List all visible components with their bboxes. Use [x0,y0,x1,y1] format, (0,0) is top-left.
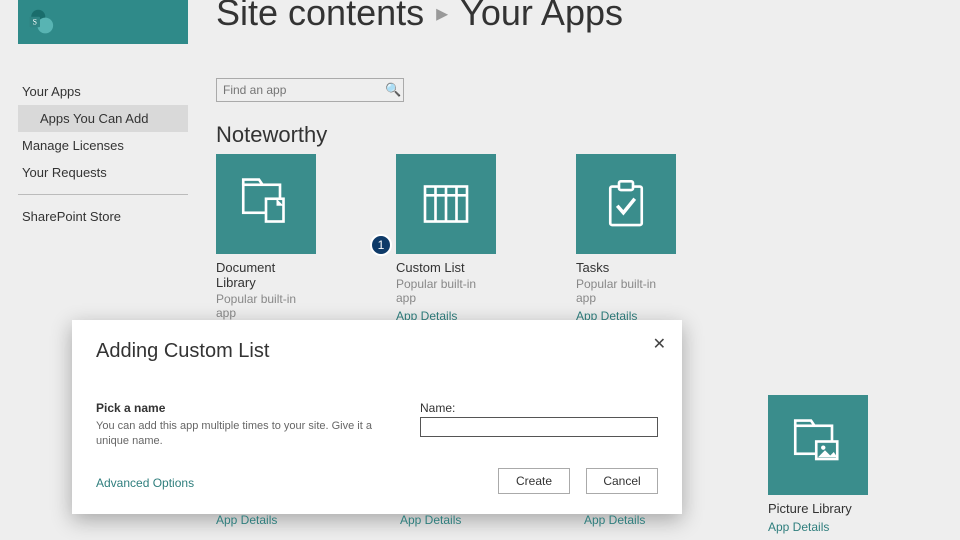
app-details-link[interactable]: App Details [400,513,461,527]
tile-tasks[interactable]: Tasks Popular built-in app App Details [576,154,676,338]
sidebar-item-manage-licenses[interactable]: Manage Licenses [18,132,188,159]
step-badge-1: 1 [370,234,392,256]
pick-name-description: You can add this app multiple times to y… [96,419,390,450]
tile-subtitle: Popular built-in app [396,277,496,305]
pick-name-heading: Pick a name [96,401,390,415]
app-details-link[interactable]: App Details [216,513,277,527]
app-details-link[interactable]: App Details [768,520,868,534]
tile-title: Document Library [216,260,316,290]
cancel-button[interactable]: Cancel [586,468,658,494]
tile-custom-list[interactable]: Custom List Popular built-in app App Det… [396,154,496,338]
picture-library-icon [790,417,846,473]
section-title-noteworthy: Noteworthy [216,122,327,148]
dialog-title: Adding Custom List [96,340,658,363]
breadcrumb-your-apps[interactable]: Your Apps [460,0,623,34]
tile-picture-library[interactable]: Picture Library App Details [768,395,868,534]
breadcrumb-site-contents[interactable]: Site contents [216,0,424,34]
sidebar-item-apps-you-can-add[interactable]: Apps You Can Add [18,105,188,132]
tile-title: Custom List [396,260,496,275]
tile-title: Tasks [576,260,676,275]
breadcrumb: Site contents ▸ Your Apps [216,0,623,34]
create-button[interactable]: Create [498,468,570,494]
document-library-icon [238,176,294,232]
search-icon[interactable]: 🔍 [384,82,403,98]
search-input[interactable] [217,83,384,97]
advanced-options-link[interactable]: Advanced Options [96,476,194,490]
name-label: Name: [420,401,658,415]
tasks-icon [598,176,654,232]
adding-custom-list-dialog: Adding Custom List ✕ Pick a name You can… [72,320,682,514]
sidebar-item-your-apps[interactable]: Your Apps [18,78,188,105]
svg-text:S: S [33,18,37,27]
sidebar: Your Apps Apps You Can Add Manage Licens… [18,78,188,230]
app-details-link[interactable]: App Details [584,513,645,527]
sidebar-item-sharepoint-store[interactable]: SharePoint Store [18,203,188,230]
sidebar-item-your-requests[interactable]: Your Requests [18,159,188,186]
close-icon[interactable]: ✕ [653,334,666,354]
custom-list-icon [418,176,474,232]
noteworthy-tiles: Document Library Popular built-in app Ap… [216,154,676,338]
chevron-right-icon: ▸ [436,0,448,28]
tile-title: Picture Library [768,501,868,516]
search-input-wrap[interactable]: 🔍 [216,78,404,102]
tile-subtitle: Popular built-in app [216,292,316,320]
site-logo[interactable]: S [18,0,188,44]
sharepoint-icon: S [26,8,54,36]
tile-document-library[interactable]: Document Library Popular built-in app Ap… [216,154,316,338]
name-input[interactable] [420,417,658,437]
tile-subtitle: Popular built-in app [576,277,676,305]
